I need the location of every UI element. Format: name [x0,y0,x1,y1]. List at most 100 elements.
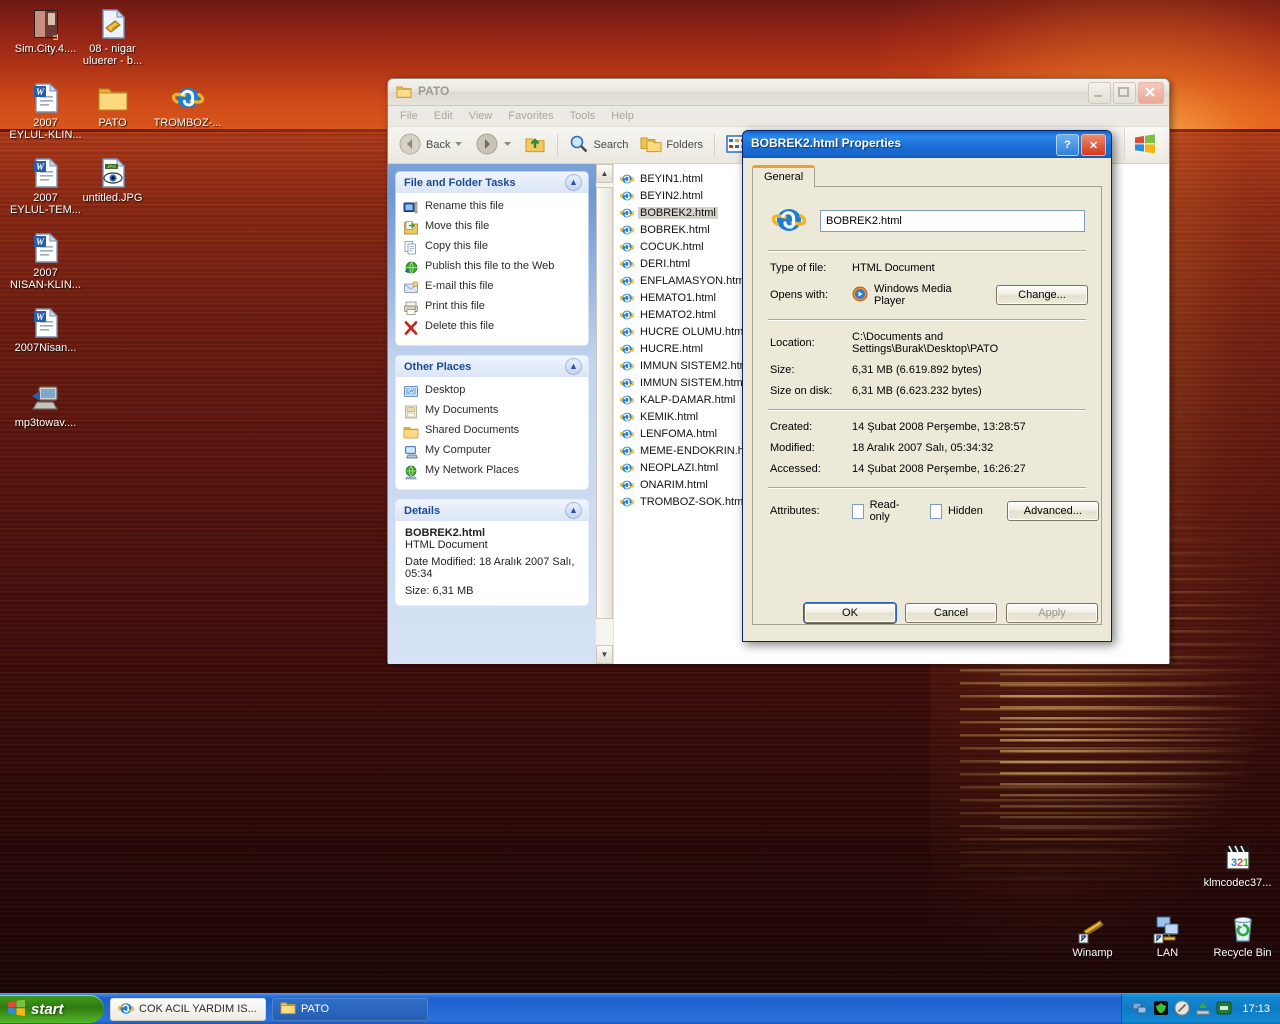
cancel-button[interactable]: Cancel [905,603,997,623]
collapse-chevron-icon[interactable]: ▲ [565,358,582,375]
file-name-label: NEOPLAZI.html [640,461,719,474]
file-task-item-2[interactable]: Copy this file [403,238,582,258]
other-place-item-1[interactable]: My Documents [403,402,582,422]
advanced-button[interactable]: Advanced... [1006,501,1099,521]
taskbar-item-pato[interactable]: PATO [272,997,428,1021]
desktop-icon-08[interactable]: 08 - nigar uluerer - b... [75,6,150,67]
search-button[interactable]: Search [563,131,634,160]
collapse-chevron-icon[interactable]: ▲ [565,502,582,519]
tab-general[interactable]: General [752,165,816,187]
desktop-icon-lan[interactable]: LAN [1130,910,1205,959]
taskbar[interactable]: start COK ACIL YARDIM IS... PATO 17:13 [0,993,1280,1024]
network-places-icon [403,464,419,480]
file-tasks-header[interactable]: File and Folder Tasks ▲ [396,172,588,193]
scrollbar-track[interactable] [596,183,613,645]
system-tray[interactable]: 17:13 [1121,994,1280,1024]
close-icon[interactable]: ✕ [1081,134,1106,156]
read-only-checkbox[interactable] [852,503,864,519]
created-row: Created: 14 Şubat 2008 Perşembe, 13:28:5… [770,421,1088,433]
scrollbar-thumb[interactable] [596,187,613,619]
back-dropdown-icon[interactable] [454,139,463,151]
shield-icon[interactable] [1174,1000,1190,1019]
scroll-up-button[interactable]: ▲ [596,164,613,183]
explorer-task-pane[interactable]: File and Folder Tasks ▲ Rename this file… [388,164,596,664]
desktop-icon-recycle[interactable]: Recycle Bin [1205,910,1280,959]
minimize-button[interactable] [1088,82,1111,104]
desktop-icon-winamp[interactable]: Winamp [1055,910,1130,959]
change-button[interactable]: Change... [996,285,1088,305]
desktop-icon-label: 2007 NISAN-KLIN... [10,267,81,291]
desktop-icon-sim[interactable]: TUM Sim.City.4.... [8,6,83,55]
file-task-item-4[interactable]: E-mail this file [403,278,582,298]
back-button[interactable]: Back [392,129,469,162]
hidden-checkbox[interactable] [930,503,942,519]
attributes-label: Attributes: [770,505,820,517]
file-task-item-0[interactable]: Rename this file [403,198,582,218]
menu-file[interactable]: File [392,108,426,124]
file-name-input[interactable]: BOBREK2.html [820,209,1085,232]
details-header[interactable]: Details ▲ [396,500,588,521]
taskbar-item-ie[interactable]: COK ACIL YARDIM IS... [110,997,266,1021]
file-list-scrollbar[interactable]: ▲ ▼ [596,164,614,664]
scroll-down-button[interactable]: ▼ [596,645,613,664]
menu-tools[interactable]: Tools [562,108,604,124]
help-button[interactable]: ? [1056,134,1079,156]
desktop-icon-tromboz-[interactable]: TROMBOZ-... [150,80,225,129]
file-task-item-3[interactable]: Publish this file to the Web [403,258,582,278]
internet-explorer-icon [619,410,635,424]
other-place-item-3[interactable]: My Computer [403,442,582,462]
up-button[interactable] [518,131,552,160]
other-place-item-2[interactable]: Shared Documents [403,422,582,442]
audio-file-icon [75,6,150,40]
dialog-title-bar[interactable]: BOBREK2.html Properties ? ✕ [743,131,1111,158]
collapse-chevron-icon[interactable]: ▲ [565,174,582,191]
general-tab-panel: BOBREK2.html Type of file: HTML Document… [752,186,1102,625]
menu-help[interactable]: Help [603,108,642,124]
up-folder-icon [524,134,546,157]
menu-edit[interactable]: Edit [426,108,461,124]
internet-explorer-icon [619,291,635,305]
folders-label: Folders [666,139,704,151]
start-button[interactable]: start [0,995,104,1023]
desktop-icon-2007[interactable]: W 2007 EYLUL-KLIN... [8,80,83,141]
desktop-icon-2007nisan[interactable]: W 2007Nisan... [8,305,83,354]
messenger-icon[interactable] [1216,1000,1232,1019]
maximize-button[interactable] [1113,82,1136,104]
menu-view[interactable]: View [461,108,501,124]
explorer-window-buttons [1088,82,1164,104]
dialog-tab-strip[interactable]: General [743,158,1111,187]
folders-icon [640,134,662,156]
folder-icon [75,80,150,114]
task-label: Copy this file [425,240,488,252]
updates-icon[interactable] [1195,1000,1211,1019]
close-button[interactable] [1138,82,1164,104]
forward-dropdown-icon[interactable] [503,139,512,151]
other-places-header[interactable]: Other Places ▲ [396,356,588,377]
network-connection-icon [1130,910,1205,944]
desktop-icon-untitled[interactable]: JPG untitled.JPG [75,155,150,204]
my-documents-icon [403,404,419,420]
file-task-item-1[interactable]: Move this file [403,218,582,238]
network-icon[interactable] [1132,1000,1148,1019]
clock[interactable]: 17:13 [1242,1003,1270,1015]
folder-icon [396,84,412,102]
desktop-icon-pato[interactable]: PATO [75,80,150,129]
file-task-item-5[interactable]: Print this file [403,298,582,318]
desktop-icon-klmcodec37[interactable]: 3 2 1 klmcodec37... [1200,840,1275,889]
desktop-icon-2007[interactable]: W 2007 NISAN-KLIN... [8,230,83,291]
explorer-menu-bar[interactable]: File Edit View Favorites Tools Help [388,106,1169,127]
desktop-icon-2007[interactable]: W 2007 EYLUL-TEM... [8,155,83,216]
explorer-title-bar[interactable]: PATO [388,79,1169,106]
word-document-icon: W [8,155,83,189]
folders-button[interactable]: Folders [634,131,709,159]
properties-dialog[interactable]: BOBREK2.html Properties ? ✕ General BOBR… [742,130,1112,642]
start-label: start [31,1000,64,1018]
forward-button[interactable] [469,129,518,162]
desktop-icon-mp3towav[interactable]: mp3towav.... [8,380,83,429]
other-place-item-4[interactable]: My Network Places [403,462,582,482]
other-place-item-0[interactable]: Desktop [403,382,582,402]
antivirus-icon[interactable] [1153,1000,1169,1019]
file-task-item-6[interactable]: Delete this file [403,318,582,338]
menu-favorites[interactable]: Favorites [500,108,561,124]
ok-button[interactable]: OK [804,603,896,623]
